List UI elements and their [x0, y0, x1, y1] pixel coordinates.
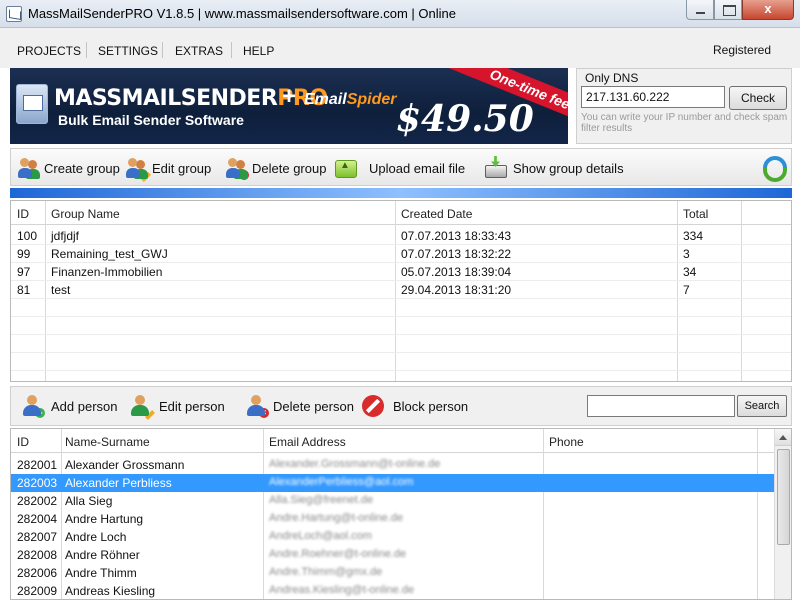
person-add-icon: +: [21, 394, 45, 418]
table-row[interactable]: 282004 Andre Hartung Andre.Hartung@t-onl…: [11, 510, 791, 528]
table-row-selected[interactable]: 282003 Alexander Perbliess AlexanderPerb…: [11, 474, 791, 492]
persons-scrollbar[interactable]: [774, 429, 791, 599]
menu-help[interactable]: HELP: [243, 44, 274, 58]
add-person-button[interactable]: + Add person: [21, 387, 118, 425]
menu-bar: PROJECTS SETTINGS EXTRAS HELP Registered: [0, 28, 800, 68]
title-bar: MassMailSenderPRO V1.8.5 | www.massmails…: [0, 0, 800, 28]
registration-status: Registered: [713, 43, 772, 57]
menu-extras[interactable]: EXTRAS: [175, 44, 223, 58]
printer-details-icon: [483, 156, 507, 180]
refresh-icon[interactable]: [759, 153, 787, 183]
column-header-total[interactable]: Total: [683, 207, 708, 221]
table-row[interactable]: 81 test 29.04.2013 18:31:20 7: [11, 281, 791, 299]
scroll-up-icon[interactable]: [775, 429, 791, 446]
banner-price: $49.50: [396, 98, 534, 140]
column-header-name-surname[interactable]: Name-Surname: [65, 435, 150, 449]
group-toolbar: Create group Edit group × Delete group U…: [10, 148, 792, 186]
persons-table: ID Name-Surname Email Address Phone 2820…: [10, 428, 792, 600]
column-header-phone[interactable]: Phone: [549, 435, 584, 449]
block-person-button[interactable]: Block person: [361, 387, 468, 425]
table-row[interactable]: 99 Remaining_test_GWJ 07.07.2013 18:32:2…: [11, 245, 791, 263]
promo-banner[interactable]: MASSMAILSENDERPRO + EmailSpider Bulk Ema…: [10, 68, 568, 144]
search-button[interactable]: Search: [737, 395, 787, 417]
person-edit-icon: [129, 394, 155, 420]
plus-sign: +: [282, 83, 297, 110]
column-header-id[interactable]: ID: [17, 435, 29, 449]
minimize-button[interactable]: [686, 0, 714, 20]
show-group-details-button[interactable]: Show group details: [483, 149, 624, 187]
table-row[interactable]: 97 Finanzen-Immobilien 05.07.2013 18:39:…: [11, 263, 791, 281]
column-header-group-name[interactable]: Group Name: [51, 207, 120, 221]
table-row[interactable]: 282001 Alexander Grossmann Alexander.Gro…: [11, 456, 791, 474]
ip-input[interactable]: 217.131.60.222: [581, 86, 725, 108]
people-delete-icon: ×: [225, 156, 249, 180]
people-add-icon: [17, 156, 41, 180]
column-header-id[interactable]: ID: [17, 207, 29, 221]
maximize-button[interactable]: [714, 0, 742, 20]
table-row[interactable]: 282009 Andreas Kiesling Andreas.Kiesling…: [11, 582, 791, 599]
check-button[interactable]: Check: [729, 86, 787, 110]
banner-tagline: Bulk Email Sender Software: [58, 112, 244, 128]
menu-separator: [162, 42, 163, 58]
product-logo-icon: [16, 84, 48, 124]
table-row[interactable]: 282006 Andre Thimm Andre.Thimm@gmx.de: [11, 564, 791, 582]
menu-projects[interactable]: PROJECTS: [17, 44, 81, 58]
person-delete-icon: ×: [245, 394, 269, 418]
block-icon: [361, 394, 385, 418]
column-header-created-date[interactable]: Created Date: [401, 207, 472, 221]
table-row[interactable]: 282002 Alla Sieg Alla.Sieg@freenet.de: [11, 492, 791, 510]
upload-file-icon: [333, 156, 357, 180]
addon-name: EmailSpider: [304, 91, 397, 108]
search-input[interactable]: [587, 395, 735, 417]
menu-separator: [231, 42, 232, 58]
delete-person-button[interactable]: × Delete person: [245, 387, 354, 425]
persons-table-header: ID Name-Surname Email Address Phone: [11, 429, 791, 453]
table-row[interactable]: 282007 Andre Loch AndreLoch@aol.com: [11, 528, 791, 546]
column-header-email-address[interactable]: Email Address: [269, 435, 346, 449]
app-icon: [6, 6, 22, 22]
edit-person-button[interactable]: Edit person: [129, 387, 225, 425]
edit-group-button[interactable]: Edit group: [125, 149, 211, 187]
delete-group-button[interactable]: × Delete group: [225, 149, 326, 187]
dns-check-panel: Only DNS 217.131.60.222 Check You can wr…: [576, 68, 792, 144]
person-toolbar: + Add person Edit person × Delete person…: [10, 386, 792, 426]
dns-legend: Only DNS: [585, 71, 639, 85]
menu-separator: [86, 42, 87, 58]
table-row[interactable]: 282008 Andre Röhner Andre.Roehner@t-onli…: [11, 546, 791, 564]
window-title: MassMailSenderPRO V1.8.5 | www.massmails…: [28, 6, 456, 21]
create-group-button[interactable]: Create group: [17, 149, 120, 187]
close-icon: x: [764, 1, 772, 16]
table-row[interactable]: 100 jdfjdjf 07.07.2013 18:33:43 334: [11, 227, 791, 245]
close-button[interactable]: x: [742, 0, 794, 20]
dns-hint: You can write your IP number and check s…: [581, 112, 788, 134]
progress-stripe: [10, 188, 792, 198]
scroll-thumb[interactable]: [777, 449, 790, 545]
people-edit-icon: [125, 156, 151, 182]
menu-settings[interactable]: SETTINGS: [98, 44, 158, 58]
groups-table-header: ID Group Name Created Date Total: [11, 201, 791, 225]
upload-email-file-button[interactable]: Upload email file: [333, 149, 465, 187]
groups-table: ID Group Name Created Date Total 100 jdf…: [10, 200, 792, 382]
